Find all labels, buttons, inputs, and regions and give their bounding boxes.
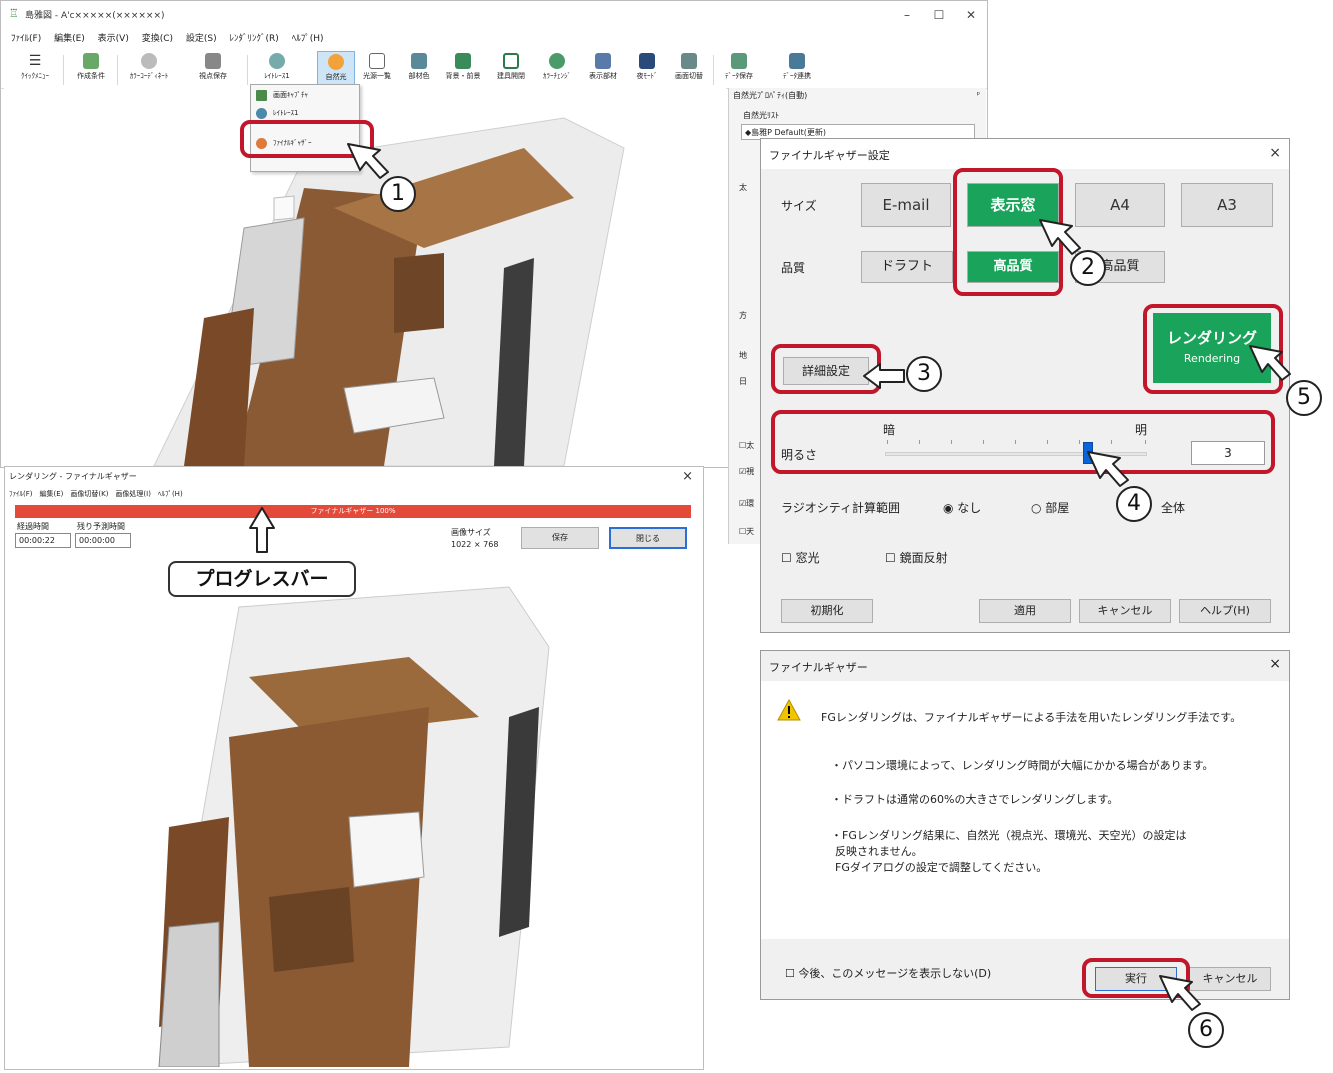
step-number-3: 3 xyxy=(906,356,942,392)
step-number-5: 5 xyxy=(1286,380,1322,416)
annotation-arrows xyxy=(249,143,1291,1011)
step-number-1: 1 xyxy=(380,176,416,212)
step-number-2: 2 xyxy=(1070,250,1106,286)
step-number-6: 6 xyxy=(1188,1012,1224,1048)
progress-bar-callout: プログレスバー xyxy=(168,561,356,597)
step-number-4: 4 xyxy=(1116,486,1152,522)
